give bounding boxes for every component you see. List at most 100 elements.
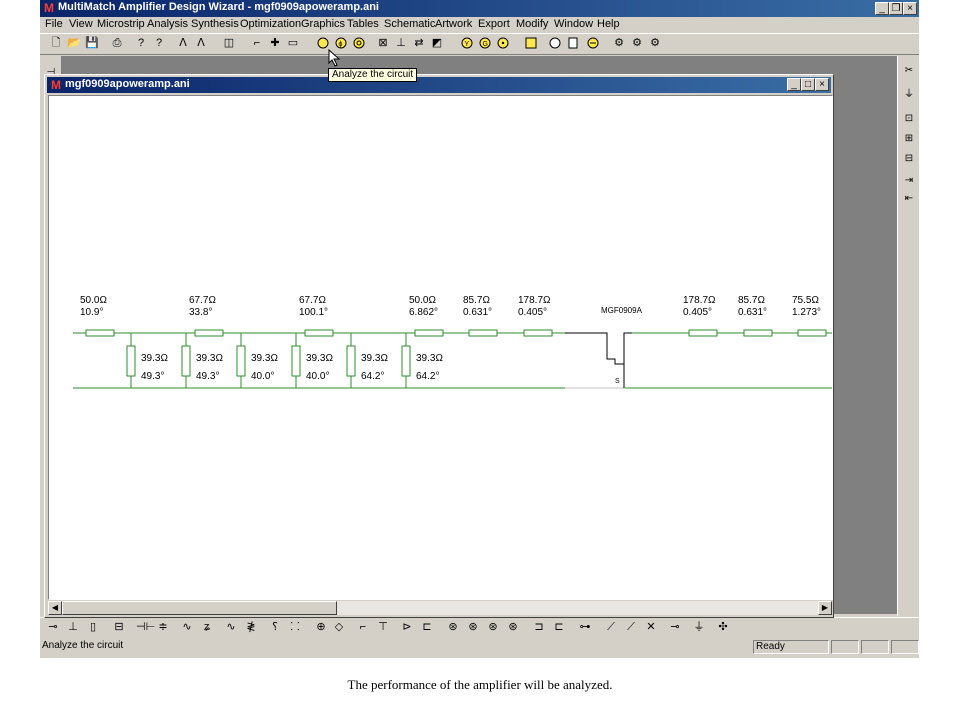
scroll-left-button[interactable]: ◀ bbox=[48, 601, 62, 615]
transistor-2-icon[interactable]: ⊛ bbox=[466, 620, 480, 634]
line-segment-icon[interactable]: ⊶ bbox=[578, 620, 592, 634]
menu-export[interactable]: Export bbox=[478, 18, 510, 30]
menu-view[interactable]: View bbox=[69, 18, 93, 30]
minimize-button[interactable]: _ bbox=[875, 2, 889, 15]
print-icon[interactable]: ⎙ bbox=[110, 36, 124, 50]
menu-tables[interactable]: Tables bbox=[347, 18, 379, 30]
cross-junction-icon[interactable]: ✚ bbox=[268, 36, 282, 50]
doc-close-button[interactable]: × bbox=[815, 78, 829, 91]
shunt-element-icon[interactable]: ▯ bbox=[86, 620, 100, 634]
series-impedance-label: 50.0Ω bbox=[409, 295, 436, 306]
toggle-view-icon[interactable]: ◫ bbox=[222, 36, 236, 50]
menu-synthesis[interactable]: Synthesis bbox=[191, 18, 239, 30]
tee-element-icon[interactable]: ⊤ bbox=[376, 620, 390, 634]
scroll-thumb[interactable] bbox=[62, 601, 337, 615]
menu-modify[interactable]: Modify bbox=[516, 18, 548, 30]
port-box-icon[interactable]: ⊏ bbox=[420, 620, 434, 634]
smith-g-icon[interactable]: G bbox=[478, 36, 492, 50]
stub-impedance-label: 39.3Ω bbox=[306, 353, 333, 364]
smith-chart-yellow-icon[interactable] bbox=[316, 36, 330, 50]
square-outline-icon[interactable] bbox=[566, 36, 580, 50]
restore-button[interactable]: ❐ bbox=[889, 2, 903, 15]
stub-left-icon[interactable]: ⊏ bbox=[552, 620, 566, 634]
swap-icon[interactable]: ⇄ bbox=[412, 36, 426, 50]
smith-y-icon[interactable]: Y bbox=[460, 36, 474, 50]
ground-bottom-icon[interactable]: ⏚ bbox=[692, 620, 706, 634]
scissors-icon[interactable]: ✂ bbox=[902, 64, 916, 78]
ground-symbol-icon[interactable]: ⏚ bbox=[902, 88, 916, 102]
network-diamond-icon[interactable]: ◇ bbox=[332, 620, 346, 634]
transformer-icon[interactable]: ⸮ bbox=[268, 620, 282, 634]
save-disk-icon[interactable]: 💾 bbox=[85, 36, 99, 50]
smith-dot-icon[interactable] bbox=[496, 36, 510, 50]
shunt-resistor-icon[interactable]: ⊥ bbox=[66, 620, 80, 634]
minus-circle-icon[interactable] bbox=[586, 36, 600, 50]
open-folder-icon[interactable]: 📂 bbox=[67, 36, 81, 50]
coupled-line-icon[interactable]: ⸬ bbox=[288, 620, 302, 634]
shunt-lc-icon[interactable]: ≹ bbox=[244, 620, 258, 634]
app-titlebar[interactable]: M MultiMatch Amplifier Design Wizard - m… bbox=[40, 0, 919, 17]
box-dot-icon[interactable]: ⊡ bbox=[902, 112, 916, 126]
menu-microstrip[interactable]: Microstrip bbox=[97, 18, 145, 30]
transistor-icon[interactable]: ⊛ bbox=[446, 620, 460, 634]
shunt-inductor-icon[interactable]: ʑ bbox=[200, 620, 214, 634]
schematic-canvas[interactable]: 50.0Ω 10.9° 67.7Ω 33.8° 67.7Ω 100.1° 50.0Ω 6.86… bbox=[48, 95, 833, 600]
context-help-icon[interactable]: ? bbox=[152, 36, 166, 50]
series-length-label: 0.631° bbox=[463, 307, 492, 318]
chart-frame-icon[interactable] bbox=[524, 36, 538, 50]
transistor-3-icon[interactable]: ⊛ bbox=[486, 620, 500, 634]
series-resistor-icon[interactable]: ⊸ bbox=[46, 620, 60, 634]
analyze-circuit-icon[interactable] bbox=[352, 36, 366, 50]
shunt-stub-element bbox=[401, 345, 411, 377]
component-box-icon[interactable]: ▭ bbox=[286, 36, 300, 50]
chart-tool-icon[interactable]: ◩ bbox=[430, 36, 444, 50]
close-button[interactable]: × bbox=[903, 2, 917, 15]
import-left-icon[interactable]: ⇤ bbox=[902, 192, 916, 206]
menu-help[interactable]: Help bbox=[597, 18, 620, 30]
series-capacitor-icon[interactable]: ⊣⊢ bbox=[136, 620, 155, 634]
menu-artwork[interactable]: Artwork bbox=[435, 18, 472, 30]
network-box-icon[interactable]: ⊕ bbox=[314, 620, 328, 634]
menu-window[interactable]: Window bbox=[554, 18, 593, 30]
zoom-in-icon[interactable]: ⊞ bbox=[902, 132, 916, 146]
bend-element-icon[interactable]: ⌐ bbox=[356, 620, 370, 634]
series-lc-icon[interactable]: ∿ bbox=[224, 620, 238, 634]
scroll-right-button[interactable]: ▶ bbox=[818, 601, 832, 615]
series-box-icon[interactable]: ⊟ bbox=[112, 620, 126, 634]
stub-tool-icon[interactable]: ⊥ bbox=[394, 36, 408, 50]
menu-analysis[interactable]: Analysis bbox=[147, 18, 188, 30]
help-question-icon[interactable]: ? bbox=[134, 36, 148, 50]
new-file-icon[interactable]: 🗋 bbox=[49, 36, 63, 50]
line-tool-icon[interactable]: ᐱ bbox=[176, 36, 190, 50]
zoom-out-icon[interactable]: ⊟ bbox=[902, 152, 916, 166]
diode-icon[interactable]: ⊳ bbox=[400, 620, 414, 634]
diagonal-line-icon[interactable]: ⟋ bbox=[604, 620, 618, 634]
line-tool-alt-icon[interactable]: ᐱ bbox=[194, 36, 208, 50]
stub-right-icon[interactable]: ⊐ bbox=[532, 620, 546, 634]
menu-file[interactable]: File bbox=[45, 18, 63, 30]
amplifier-tool-icon[interactable]: ⚙ bbox=[612, 36, 626, 50]
doc-maximize-button[interactable]: □ bbox=[801, 78, 815, 91]
smith-chart-phase-icon[interactable]: ϕ bbox=[334, 36, 348, 50]
amplifier-tool-3-icon[interactable]: ⚙ bbox=[648, 36, 662, 50]
amplifier-tool-2-icon[interactable]: ⚙ bbox=[630, 36, 644, 50]
shunt-capacitor-icon[interactable]: ≑ bbox=[156, 620, 170, 634]
doc-minimize-button[interactable]: _ bbox=[787, 78, 801, 91]
menu-schematic[interactable]: Schematic bbox=[384, 18, 435, 30]
circle-outline-icon[interactable] bbox=[548, 36, 562, 50]
dot-line-icon[interactable]: ⊸ bbox=[668, 620, 682, 634]
transistor-4-icon[interactable]: ⊛ bbox=[506, 620, 520, 634]
export-right-icon[interactable]: ⇥ bbox=[902, 174, 916, 188]
series-inductor-icon[interactable]: ∿ bbox=[180, 620, 194, 634]
cross-bottom-icon[interactable]: ✣ bbox=[716, 620, 730, 634]
document-titlebar[interactable]: M mgf0909apoweramp.ani _ □ × bbox=[47, 77, 831, 93]
menu-graphics[interactable]: Graphics bbox=[301, 18, 345, 30]
stub-length-label: 49.3° bbox=[141, 371, 164, 382]
diagonal-cross-icon[interactable]: ✕ bbox=[644, 620, 658, 634]
menu-optimization[interactable]: Optimization bbox=[240, 18, 301, 30]
document-window[interactable]: M mgf0909apoweramp.ani _ □ × 50.0Ω 10.9° 6… bbox=[44, 74, 834, 618]
grid-box-icon[interactable]: ⊠ bbox=[376, 36, 390, 50]
horizontal-scrollbar[interactable]: ◀ ▶ bbox=[48, 601, 832, 615]
diagonal-line-2-icon[interactable]: ⟋ bbox=[624, 620, 638, 634]
bend-tool-icon[interactable]: ⌐ bbox=[250, 36, 264, 50]
